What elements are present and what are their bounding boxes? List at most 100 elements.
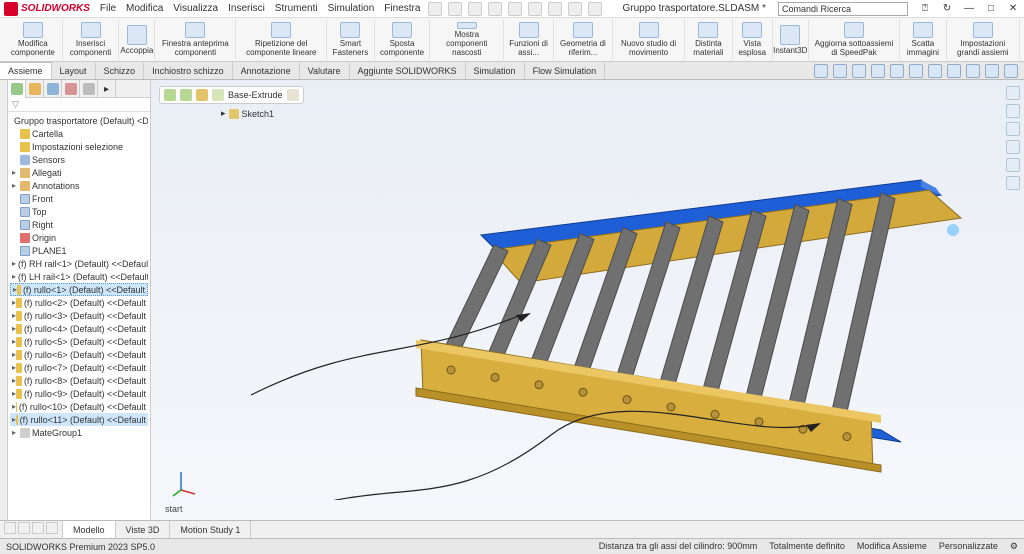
ribbon-5[interactable]: Smart Fasteners bbox=[327, 20, 375, 59]
display-tab[interactable] bbox=[80, 80, 98, 98]
ribbon-8[interactable]: Funzioni di assi... bbox=[504, 20, 553, 59]
status-custom[interactable]: Personalizzate bbox=[939, 541, 998, 552]
ribbon-15[interactable]: Scatta immagini bbox=[900, 20, 946, 59]
edit-appearance-icon[interactable] bbox=[947, 64, 961, 78]
resources-icon[interactable] bbox=[1006, 140, 1020, 154]
orientation-triad[interactable] bbox=[169, 468, 199, 498]
cmd-tab-flow-simulation[interactable]: Flow Simulation bbox=[525, 62, 606, 79]
search-input[interactable]: Comandi Ricerca bbox=[778, 2, 908, 16]
open-icon[interactable] bbox=[468, 2, 482, 16]
hide-show-icon[interactable] bbox=[928, 64, 942, 78]
menu-strumenti[interactable]: Strumenti bbox=[275, 3, 318, 14]
tree-item-8[interactable]: Origin bbox=[10, 231, 148, 244]
ribbon-10[interactable]: Nuovo studio di movimento bbox=[613, 20, 685, 59]
new-icon[interactable] bbox=[448, 2, 462, 16]
save-icon[interactable] bbox=[488, 2, 502, 16]
view-palette-icon[interactable] bbox=[1006, 176, 1020, 190]
zoom-area-icon[interactable] bbox=[833, 64, 847, 78]
config-tab[interactable] bbox=[44, 80, 62, 98]
options-icon[interactable] bbox=[588, 2, 602, 16]
task-pane-icon[interactable] bbox=[1006, 86, 1020, 100]
section-icon[interactable] bbox=[871, 64, 885, 78]
zoom-fit-icon[interactable] bbox=[814, 64, 828, 78]
home-icon[interactable] bbox=[428, 2, 442, 16]
cmd-tab-valutare[interactable]: Valutare bbox=[300, 62, 350, 79]
breadcrumb-feature[interactable]: Base-Extrude bbox=[228, 90, 283, 100]
tree-item-3[interactable]: ▸Allegati bbox=[10, 166, 148, 179]
tree-item-20[interactable]: ▸(f) rullo<9> (Default) <<Default bbox=[10, 387, 148, 400]
tree-item-10[interactable]: ▸(f) RH rail<1> (Default) <<Default bbox=[10, 257, 148, 270]
previous-view-icon[interactable] bbox=[852, 64, 866, 78]
more-tab[interactable]: ▸ bbox=[98, 80, 116, 98]
view-tab-motion-study-1[interactable]: Motion Study 1 bbox=[170, 521, 251, 538]
ribbon-9[interactable]: Geometria di riferim... bbox=[554, 20, 613, 59]
property-tab[interactable] bbox=[26, 80, 44, 98]
view-tab-viste-3d[interactable]: Viste 3D bbox=[116, 521, 171, 538]
tree-item-11[interactable]: ▸(f) LH rail<1> (Default) <<Default bbox=[10, 270, 148, 283]
cmd-tab-schizzo[interactable]: Schizzo bbox=[96, 62, 145, 79]
cmd-tab-inchiostro-schizzo[interactable]: Inchiostro schizzo bbox=[144, 62, 233, 79]
ribbon-14[interactable]: Aggiorna sottoassiemi di SpeedPak bbox=[809, 20, 901, 59]
ribbon-1[interactable]: Inserisci componenti bbox=[63, 20, 120, 59]
tree-item-14[interactable]: ▸(f) rullo<3> (Default) <<Default bbox=[10, 309, 148, 322]
tree-item-7[interactable]: Right bbox=[10, 218, 148, 231]
nav-fwd-icon[interactable] bbox=[180, 89, 192, 101]
tree-filter[interactable]: ▽ bbox=[8, 98, 150, 112]
tree-item-22[interactable]: ▸(f) rullo<11> (Default) <<Default bbox=[10, 413, 148, 426]
tree-item-17[interactable]: ▸(f) rullo<6> (Default) <<Default bbox=[10, 348, 148, 361]
ribbon-2[interactable]: Accoppia bbox=[119, 20, 155, 59]
tree-item-4[interactable]: ▸Annotations bbox=[10, 179, 148, 192]
appearances-icon[interactable] bbox=[1006, 104, 1020, 118]
tree-item-23[interactable]: ▸MateGroup1 bbox=[10, 426, 148, 439]
ribbon-7[interactable]: Mostra componenti nascosti bbox=[430, 20, 504, 59]
cmd-tab-assieme[interactable]: Assieme bbox=[0, 62, 52, 79]
cmd-tab-simulation[interactable]: Simulation bbox=[466, 62, 525, 79]
expand-icon[interactable] bbox=[1004, 64, 1018, 78]
tree-item-5[interactable]: Front bbox=[10, 192, 148, 205]
graphics-viewport[interactable]: Base-Extrude ▸ Sketch1 bbox=[151, 80, 1024, 520]
tree-item-9[interactable]: PLANE1 bbox=[10, 244, 148, 257]
tab-last-icon[interactable] bbox=[46, 522, 58, 534]
ribbon-11[interactable]: Distinta materiali bbox=[685, 20, 733, 59]
tree-item-6[interactable]: Top bbox=[10, 205, 148, 218]
menu-file[interactable]: File bbox=[100, 3, 116, 14]
cmd-tab-aggiunte-solidworks[interactable]: Aggiunte SOLIDWORKS bbox=[350, 62, 466, 79]
view-settings-icon[interactable] bbox=[985, 64, 999, 78]
apply-scene-icon[interactable] bbox=[966, 64, 980, 78]
custom-props-icon[interactable] bbox=[1006, 122, 1020, 136]
tree-item-1[interactable]: Impostazioni selezione bbox=[10, 140, 148, 153]
end-icon[interactable] bbox=[287, 89, 299, 101]
feature-tree-tab[interactable] bbox=[8, 80, 26, 98]
close-button[interactable]: ✕ bbox=[1006, 3, 1020, 14]
forum-icon[interactable] bbox=[1006, 158, 1020, 172]
ribbon-6[interactable]: Sposta componente bbox=[375, 20, 431, 59]
menu-simulation[interactable]: Simulation bbox=[328, 3, 375, 14]
tree-item-16[interactable]: ▸(f) rullo<5> (Default) <<Default bbox=[10, 335, 148, 348]
minimize-button[interactable]: — bbox=[962, 3, 976, 14]
ribbon-0[interactable]: Modifica componente bbox=[4, 20, 63, 59]
nav-back-icon[interactable] bbox=[164, 89, 176, 101]
rebuild-icon[interactable] bbox=[568, 2, 582, 16]
tree-item-0[interactable]: Cartella bbox=[10, 127, 148, 140]
maximize-button[interactable]: □ bbox=[984, 3, 998, 14]
dimxpert-tab[interactable] bbox=[62, 80, 80, 98]
tab-prev-icon[interactable] bbox=[18, 522, 30, 534]
tree-item-19[interactable]: ▸(f) rullo<8> (Default) <<Default bbox=[10, 374, 148, 387]
flyout-sketch-label[interactable]: Sketch1 bbox=[242, 109, 275, 119]
cmd-tab-annotazione[interactable]: Annotazione bbox=[233, 62, 300, 79]
menu-visualizza[interactable]: Visualizza bbox=[173, 3, 218, 14]
assembly-crumb-icon[interactable] bbox=[196, 89, 208, 101]
print-icon[interactable] bbox=[508, 2, 522, 16]
ribbon-4[interactable]: Ripetizione del componente lineare bbox=[236, 20, 327, 59]
tab-next-icon[interactable] bbox=[32, 522, 44, 534]
undo-icon[interactable] bbox=[528, 2, 542, 16]
tree-item-18[interactable]: ▸(f) rullo<7> (Default) <<Default bbox=[10, 361, 148, 374]
tab-first-icon[interactable] bbox=[4, 522, 16, 534]
ribbon-16[interactable]: Impostazioni grandi assiemi bbox=[947, 20, 1021, 59]
menu-finestra[interactable]: Finestra bbox=[384, 3, 420, 14]
ribbon-3[interactable]: Finestra anteprima componenti bbox=[155, 20, 236, 59]
tree-item-15[interactable]: ▸(f) rullo<4> (Default) <<Default bbox=[10, 322, 148, 335]
flyout-tree[interactable]: ▸ Sketch1 bbox=[221, 108, 274, 119]
status-extra-icon[interactable]: ⚙ bbox=[1010, 541, 1018, 552]
breadcrumb-bar[interactable]: Base-Extrude bbox=[159, 86, 304, 104]
